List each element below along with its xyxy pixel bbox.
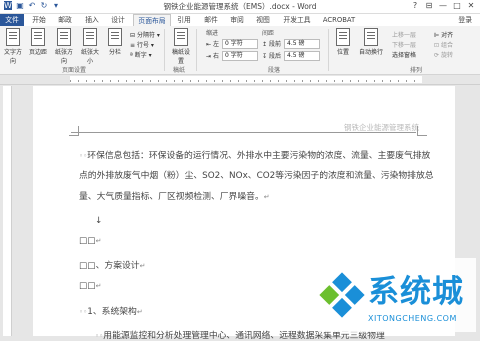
body-paragraph[interactable]: ◦◦环保信息包括：环保设备的运行情况、外排水中主要污染物的浓度、流量、主要废气排… <box>79 148 430 161</box>
vertical-ruler[interactable] <box>3 86 12 336</box>
send-backward-button[interactable]: 下移一层 <box>392 40 416 49</box>
tab-review[interactable]: 审阅 <box>225 14 249 26</box>
spacing-title: 间距 <box>262 30 275 37</box>
tab-design[interactable]: 设计 <box>106 14 130 26</box>
text-direction-icon <box>6 28 20 46</box>
indent-left-input[interactable]: 0 字符 <box>222 39 258 49</box>
margin-corner-mark <box>69 126 79 136</box>
spacing-before-label: ↥ 段前 <box>262 41 281 48</box>
header-rule <box>71 132 416 133</box>
watermark-url: XITONGCHENG.COM <box>368 314 457 323</box>
close-button[interactable]: ✕ <box>464 0 478 12</box>
position-icon <box>336 28 350 46</box>
rotate-button[interactable]: ⟳ 旋转 <box>434 50 453 59</box>
page-setup-group-label: 页面设置 <box>62 67 87 74</box>
site-watermark-logo: 系统城 XITONGCHENG.COM <box>318 258 476 332</box>
orientation-button[interactable]: 纸张方向 <box>53 28 75 65</box>
align-button[interactable]: ⊫ 对齐 <box>434 30 453 39</box>
wrap-text-button[interactable]: 自动换行 <box>356 28 386 56</box>
group-button[interactable]: ⊡ 组合 <box>434 40 453 49</box>
body-paragraph[interactable]: 量、大气质量指标、厂区视频检测、厂界噪音。↵ <box>79 189 270 202</box>
body-paragraph[interactable]: 点的外排放废气中烟（粉）尘、SO2、NOx、CO2等污染因子的浓度和流量、污染物… <box>79 168 434 181</box>
text-direction-button[interactable]: 文字方向 <box>2 28 24 65</box>
horizontal-ruler[interactable] <box>0 75 480 85</box>
bring-forward-button[interactable]: 上移一层 <box>392 30 416 39</box>
section-heading[interactable]: □□、方案设计↵ <box>79 258 145 271</box>
tab-acrobat[interactable]: ACROBAT <box>319 14 359 26</box>
breaks-button[interactable]: ⊟ 分隔符 ▾ <box>130 30 160 39</box>
ruler-scale <box>70 76 422 83</box>
columns-icon <box>108 28 122 46</box>
ribbon-separator <box>196 29 197 71</box>
tab-file[interactable]: 文件 <box>0 14 24 26</box>
ribbon: 文字方向 页边距 纸张方向 纸张大小 分栏 ⊟ 分隔符 ▾ ≡ 行号 ▾ ª 断… <box>0 26 480 75</box>
indent-right-input[interactable]: 0 字符 <box>222 51 258 61</box>
manuscript-icon <box>174 28 188 46</box>
ribbon-display-icon[interactable]: ⊟ <box>422 0 436 12</box>
paragraph-group-label: 段落 <box>268 67 281 74</box>
subsection-heading[interactable]: ◦◦1、系统架构↵ <box>79 304 143 317</box>
line-numbers-button[interactable]: ≡ 行号 ▾ <box>130 40 154 49</box>
margins-button[interactable]: 页边距 <box>27 28 49 56</box>
wrap-text-icon <box>364 28 378 46</box>
hyphenation-button[interactable]: ª 断字 ▾ <box>130 50 152 59</box>
list-item[interactable]: □□↵ <box>79 236 102 246</box>
spacing-before-input[interactable]: 4.5 磅 <box>284 39 320 49</box>
tab-references[interactable]: 引用 <box>172 14 196 26</box>
selection-pane-button[interactable]: 选择窗格 <box>392 50 416 59</box>
help-button[interactable]: ? <box>408 0 422 12</box>
blank-paragraph-mark: ↓ <box>95 216 103 226</box>
watermark-site-name: 系统城 <box>368 274 464 310</box>
ribbon-tabs: 文件 开始 邮政 插入 设计 页面布局 引用 邮件 审阅 视图 开发工具 ACR… <box>0 14 480 27</box>
maximize-button[interactable]: □ <box>450 0 464 12</box>
tab-developer[interactable]: 开发工具 <box>277 14 317 26</box>
tab-view[interactable]: 视图 <box>251 14 275 26</box>
arrange-group-label: 排列 <box>410 67 423 74</box>
ribbon-separator <box>164 29 165 71</box>
margins-icon <box>31 28 45 46</box>
spacing-after-label: ↧ 段后 <box>262 53 281 60</box>
list-item[interactable]: □□↵ <box>79 281 102 291</box>
tab-home[interactable]: 开始 <box>27 14 51 26</box>
minimize-button[interactable]: — <box>436 0 450 12</box>
tab-mailpost[interactable]: 邮政 <box>53 14 77 26</box>
tab-mailings[interactable]: 邮件 <box>199 14 223 26</box>
ribbon-separator <box>328 29 329 71</box>
columns-button[interactable]: 分栏 <box>104 28 126 56</box>
paper-size-icon <box>83 28 97 46</box>
indent-title: 缩进 <box>206 30 219 37</box>
tab-insert[interactable]: 插入 <box>80 14 104 26</box>
manuscript-settings-button[interactable]: 稿纸设置 <box>170 28 192 65</box>
size-button[interactable]: 纸张大小 <box>79 28 101 65</box>
window-controls: ? ⊟ — □ ✕ <box>408 0 478 12</box>
orientation-icon <box>57 28 71 46</box>
manuscript-group-label: 稿纸 <box>173 67 186 74</box>
indent-left-label: ⇤ 左 <box>206 41 219 48</box>
title-bar: W ▣ ↶ ↻ ▾ 钢铁企业能源管理系统（EMS）.docx - Word ? … <box>0 0 480 14</box>
position-button[interactable]: 位置 <box>332 28 354 56</box>
sign-in-link[interactable]: 登录 <box>458 14 472 26</box>
indent-right-label: ⇥ 右 <box>206 53 219 60</box>
margin-corner-mark <box>417 126 427 136</box>
spacing-after-input[interactable]: 4.5 磅 <box>284 51 320 61</box>
